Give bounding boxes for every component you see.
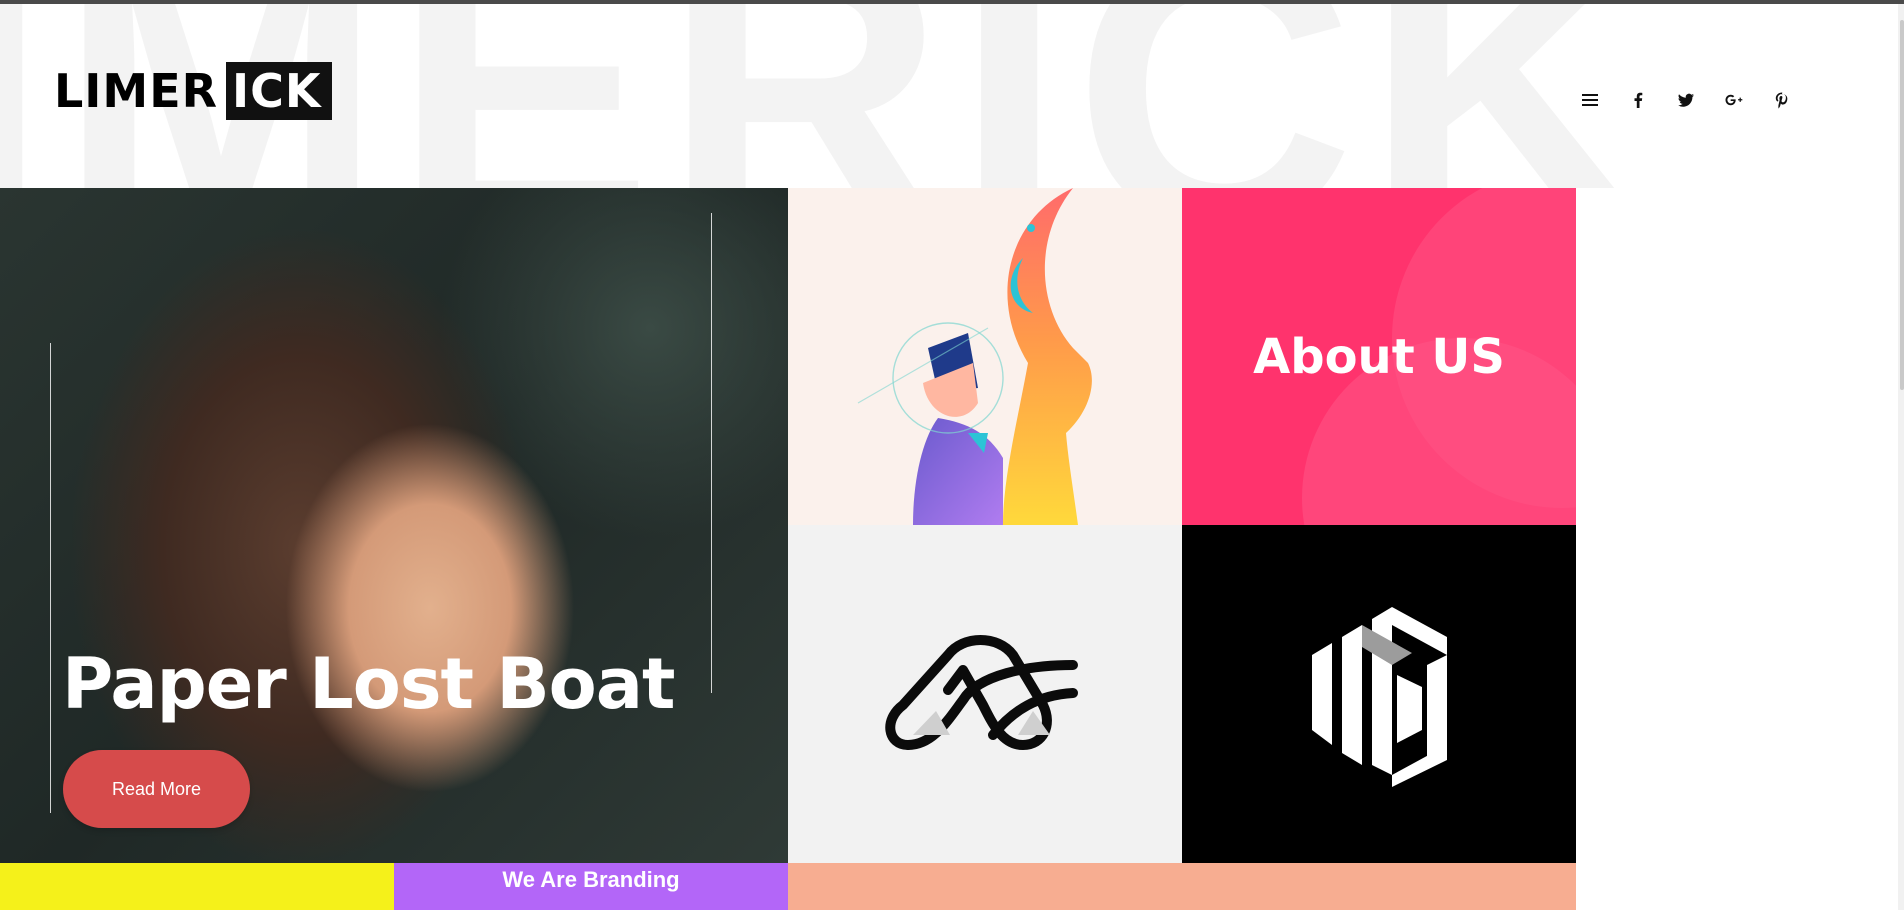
google-plus-icon[interactable] — [1720, 86, 1748, 114]
hero-title: Paper Lost Boat — [62, 643, 675, 725]
illustration-tile[interactable] — [788, 188, 1182, 525]
bottom-peach-tile[interactable] — [788, 863, 1576, 910]
logo-text-part2: ICK — [222, 62, 332, 120]
header-icons — [1576, 86, 1816, 114]
site-header: IMERICK LIMER ICK — [0, 4, 1904, 188]
about-us-tile[interactable]: About US — [1182, 188, 1576, 525]
hero-decorative-line-left — [50, 343, 51, 813]
logo-text-part1: LIMER — [54, 64, 219, 118]
hero-tile: Paper Lost Boat Read More — [0, 188, 788, 863]
bottom-yellow-tile[interactable] — [0, 863, 394, 910]
illustration-image — [857, 188, 1092, 525]
twitter-icon[interactable] — [1672, 86, 1700, 114]
read-more-button[interactable]: Read More — [63, 750, 250, 828]
hero-decorative-line-right — [711, 213, 712, 693]
brand-logo-tile-2[interactable] — [1182, 525, 1576, 863]
pinterest-icon[interactable] — [1768, 86, 1796, 114]
menu-icon[interactable] — [1576, 86, 1604, 114]
about-us-title: About US — [1253, 328, 1505, 385]
site-logo[interactable]: LIMER ICK — [54, 60, 332, 122]
branding-tile-title: We Are Branding — [502, 867, 680, 892]
brand-mark-loop-icon — [885, 635, 1078, 750]
brand-logo-tile-1[interactable] — [788, 525, 1182, 863]
brand-mark-hexagon-icon — [1312, 607, 1447, 787]
bottom-purple-tile[interactable]: We Are Branding — [394, 863, 788, 910]
facebook-icon[interactable] — [1624, 86, 1652, 114]
scrollbar-thumb[interactable] — [1900, 20, 1904, 390]
